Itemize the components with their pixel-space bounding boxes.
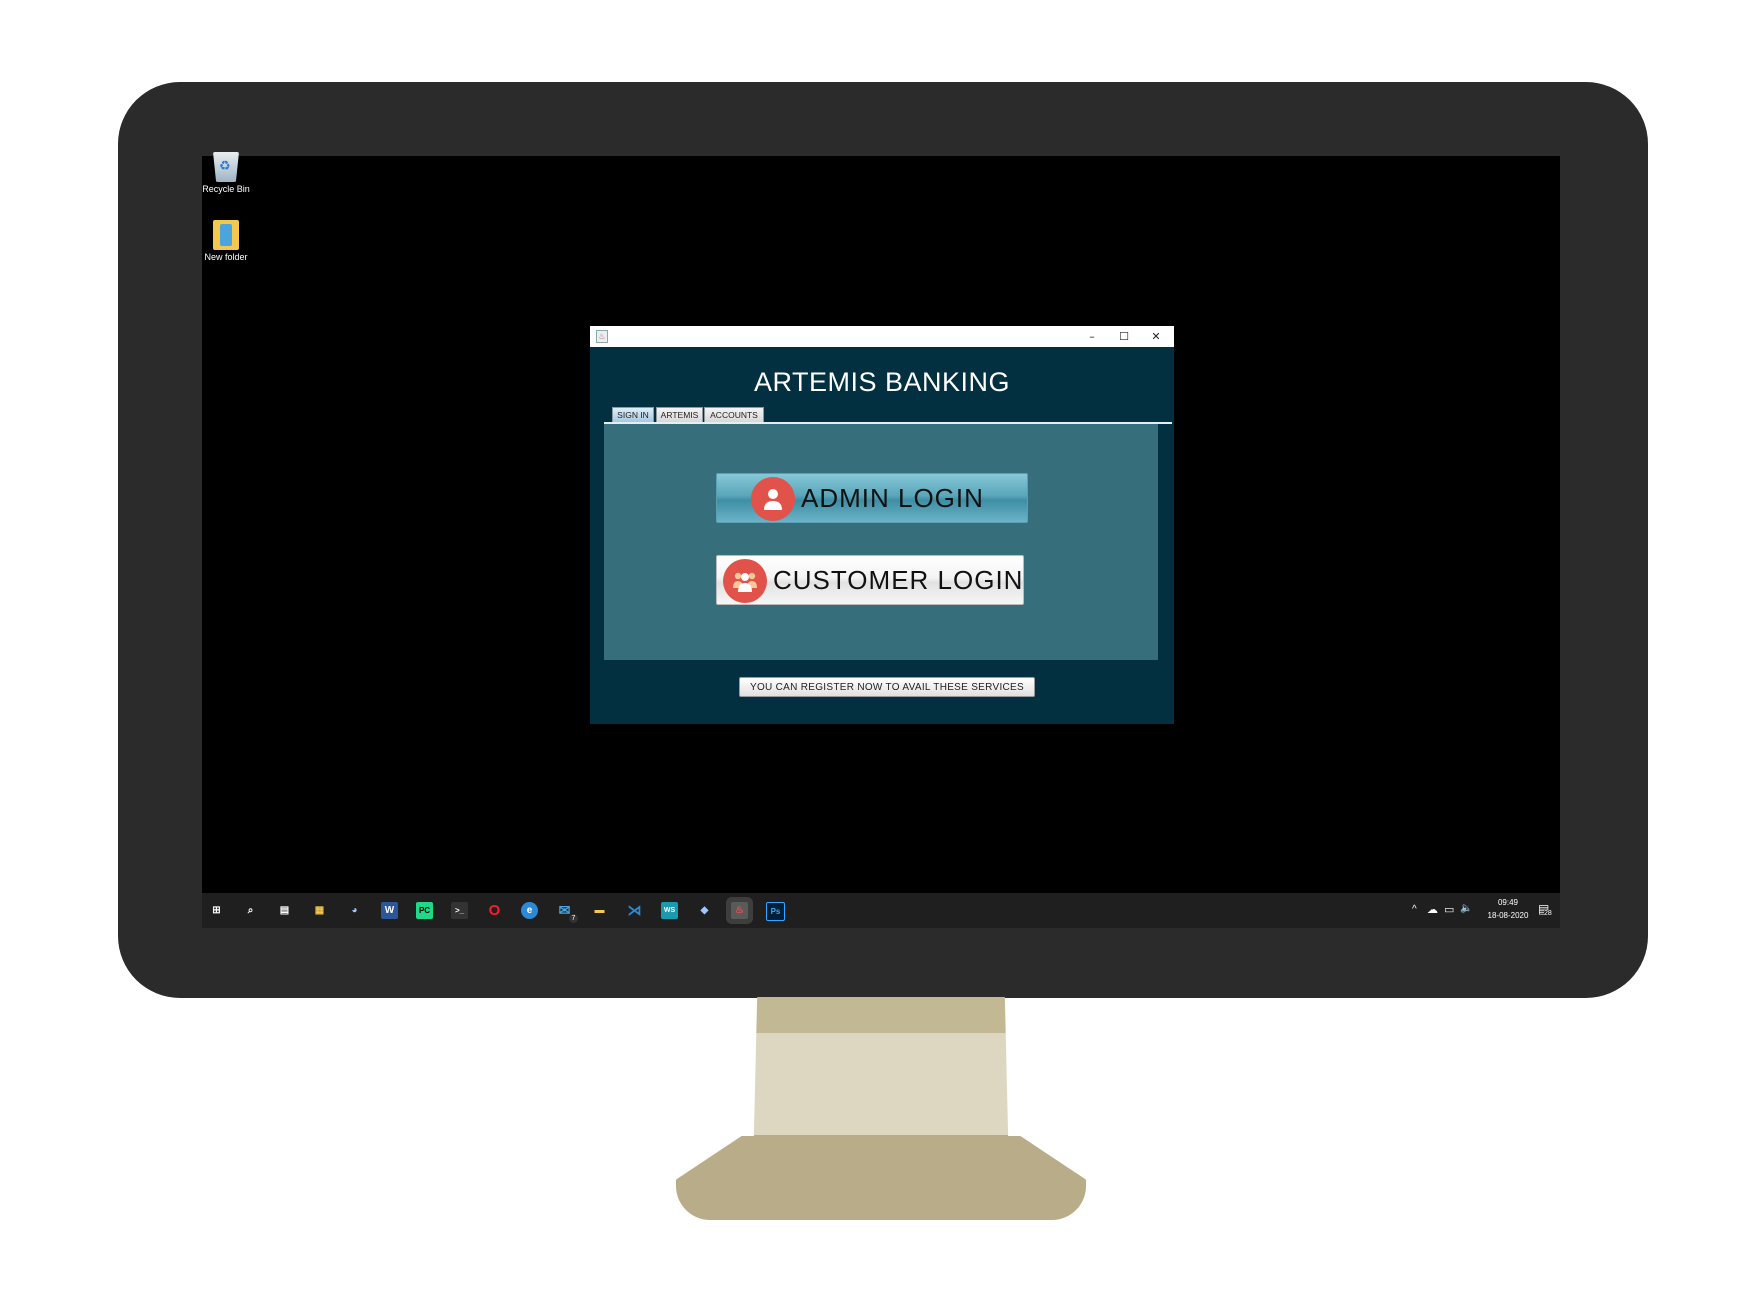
desktop-screen: Recycle Bin New folder ♨ – ☐ ✕ ARTEMIS B… [202, 152, 1560, 928]
terminal-icon[interactable]: >_ [451, 902, 468, 919]
recycle-bin-icon [213, 152, 239, 182]
notification-count: 28 [1544, 910, 1552, 917]
admin-login-button[interactable]: ADMIN LOGIN [716, 473, 1028, 523]
folder-icon [213, 220, 239, 250]
edge-icon[interactable]: e [521, 902, 538, 919]
close-button[interactable]: ✕ [1140, 326, 1172, 347]
network-icon[interactable]: ▭ [1444, 903, 1454, 916]
tab-accounts[interactable]: ACCOUNTS [704, 407, 764, 422]
volume-icon[interactable]: 🔈 [1460, 903, 1472, 914]
desktop-icon-label: New folder [204, 252, 248, 262]
cloud-icon[interactable]: ☁ [1427, 903, 1438, 916]
java-app-taskbar-icon[interactable]: ♨ [731, 902, 748, 919]
customer-login-label: CUSTOMER LOGIN [773, 565, 1024, 595]
file-explorer-icon[interactable]: ▬ [591, 902, 608, 919]
tab-sign-in[interactable]: SIGN IN [612, 407, 654, 422]
store-icon[interactable]: ▦ [311, 902, 328, 919]
word-icon[interactable]: W [381, 902, 398, 919]
clock-time[interactable]: 09:49 [1488, 898, 1528, 907]
virtualbox-icon[interactable]: ◆ [696, 902, 713, 919]
maximize-button[interactable]: ☐ [1108, 326, 1140, 347]
mail-badge: 7 [569, 914, 578, 923]
tab-artemis[interactable]: ARTEMIS [656, 407, 703, 422]
vscode-icon[interactable]: ⋊ [626, 902, 643, 919]
customer-group-icon [723, 559, 767, 603]
app-window: ♨ – ☐ ✕ ARTEMIS BANKING SIGN IN ARTEMIS … [590, 326, 1174, 724]
minimize-button[interactable]: – [1076, 326, 1108, 347]
app-title: ARTEMIS BANKING [753, 367, 1011, 397]
admin-login-label: ADMIN LOGIN [801, 483, 984, 513]
tray-chevron-icon[interactable]: ^ [1412, 904, 1417, 915]
start-icon[interactable]: ⊞ [208, 902, 225, 919]
java-app-icon: ♨ [596, 330, 608, 343]
taskbar: ⊞ ⌕ ▤ ▦ ◕ W PC >_ O e ✉ 7 ▬ ⋊ WS ◆ ♨ Ps … [202, 893, 1560, 928]
opera-icon[interactable]: O [486, 902, 503, 919]
task-view-icon[interactable]: ▤ [276, 902, 293, 919]
webstorm-icon[interactable]: WS [661, 902, 678, 919]
search-icon[interactable]: ⌕ [242, 902, 259, 919]
customer-login-button[interactable]: CUSTOMER LOGIN [716, 555, 1024, 605]
clock-date[interactable]: 18-08-2020 [1482, 911, 1534, 920]
sign-in-panel [604, 424, 1158, 660]
photoshop-icon[interactable]: Ps [766, 902, 785, 921]
admin-user-icon [751, 477, 795, 521]
pycharm-icon[interactable]: PC [416, 902, 433, 919]
desktop-icon-recycle-bin[interactable]: Recycle Bin [196, 152, 256, 194]
desktop-icon-label: Recycle Bin [202, 184, 250, 194]
paint-icon[interactable]: ◕ [346, 902, 363, 919]
monitor-stand-base [676, 1136, 1086, 1220]
window-titlebar[interactable]: ♨ – ☐ ✕ [590, 326, 1174, 347]
register-button[interactable]: YOU CAN REGISTER NOW TO AVAIL THESE SERV… [739, 677, 1035, 697]
desktop-icon-new-folder[interactable]: New folder [196, 220, 256, 262]
